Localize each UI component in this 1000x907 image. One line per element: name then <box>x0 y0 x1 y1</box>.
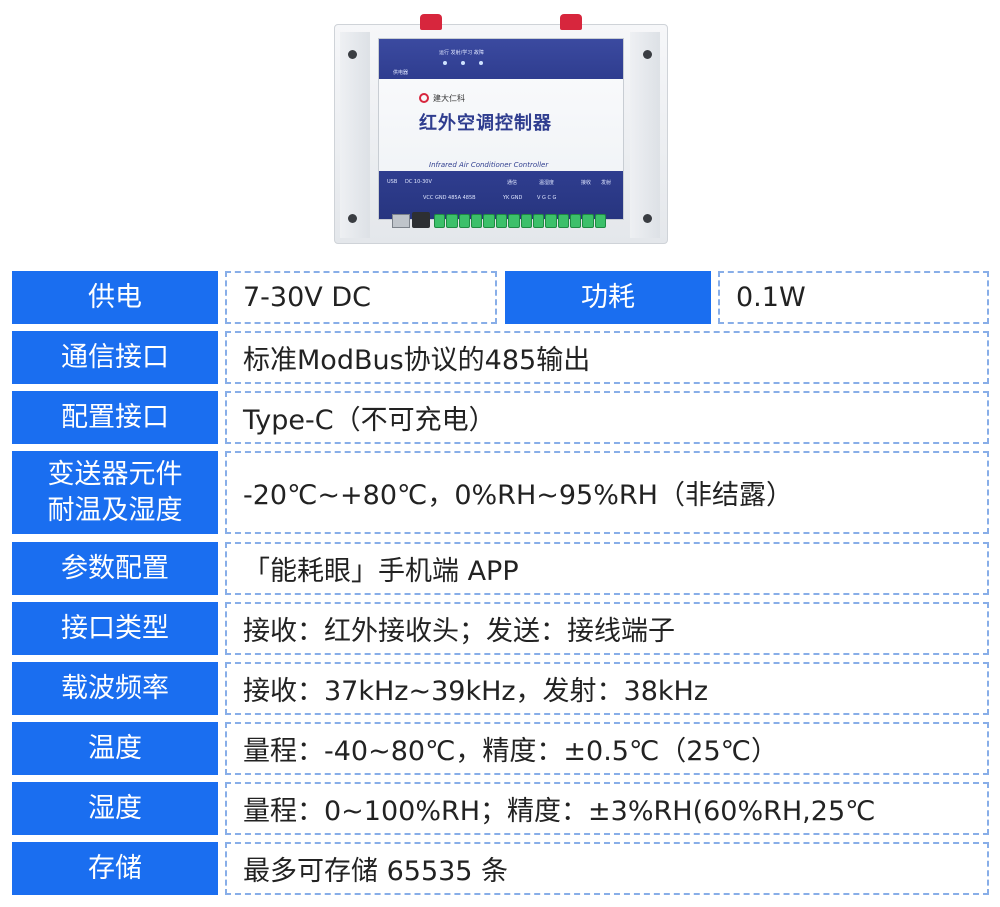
power-label: 供电器 <box>393 70 409 76</box>
label-element-temp-humidity: 变送器元件 耐温及湿度 <box>12 451 218 534</box>
label-line-2: 耐温及湿度 <box>47 494 183 526</box>
value-element-temp-humidity: -20℃~+80℃，0%RH~95%RH（非结露） <box>225 451 989 534</box>
value-interface-type: 接收：红外接收头；发送：接线端子 <box>225 602 989 655</box>
run-led <box>443 61 447 65</box>
value-param-config: 「能耗眼」手机端 APP <box>225 542 989 595</box>
brand-logo-icon <box>419 93 429 103</box>
value-carrier-frequency: 接收：37kHz~39kHz，发射：38kHz <box>225 662 989 715</box>
label-interface-type: 接口类型 <box>12 602 218 655</box>
value-comm-interface: 标准ModBus协议的485输出 <box>225 331 989 384</box>
panel-top-strip: 供电器 运行 发射/学习 故障 <box>379 39 623 79</box>
label-comm-interface: 通信接口 <box>12 331 218 384</box>
label-humidity: 湿度 <box>12 782 218 835</box>
value-power-supply: 7-30V DC <box>225 271 497 324</box>
indicator-labels: 运行 发射/学习 故障 <box>439 50 484 56</box>
screw-hole <box>643 50 652 59</box>
label-param-config: 参数配置 <box>12 542 218 595</box>
product-image: 供电器 运行 发射/学习 故障 建大仁科 红外空调控制器 Infrared Ai… <box>334 14 668 244</box>
value-power-consumption: 0.1W <box>718 271 989 324</box>
label-storage: 存储 <box>12 842 218 895</box>
label-line-1: 变送器元件 <box>47 458 183 490</box>
device-title: 红外空调控制器 <box>419 113 552 134</box>
power-comm-pins-label: VCC GND 485A 485B <box>423 195 476 201</box>
label-temperature: 温度 <box>12 722 218 775</box>
mounting-ear-right <box>630 32 660 238</box>
terminal-block <box>434 214 607 228</box>
screw-hole <box>348 50 357 59</box>
screw-hole <box>348 214 357 223</box>
transmit-label: 发射 <box>601 180 612 186</box>
comm-label: 通信 <box>507 180 518 186</box>
device-subtitle: Infrared Air Conditioner Controller <box>429 161 549 169</box>
dc-label: DC 10-30V <box>405 179 432 185</box>
label-carrier-frequency: 载波频率 <box>12 662 218 715</box>
device-brand: 建大仁科 <box>433 94 465 103</box>
value-storage: 最多可存储 65535 条 <box>225 842 989 895</box>
vgcg-label: V G C G <box>537 195 557 201</box>
value-config-interface: Type-C（不可充电） <box>225 391 989 444</box>
red-terminal <box>560 14 582 30</box>
label-power-supply: 供电 <box>12 271 218 324</box>
value-temperature: 量程：-40~80℃，精度：±0.5℃（25℃） <box>225 722 989 775</box>
receive-label: 接收 <box>581 180 592 186</box>
fault-led <box>479 61 483 65</box>
value-humidity: 量程：0~100%RH；精度：±3%RH(60%RH,25℃ <box>225 782 989 835</box>
label-power-consumption: 功耗 <box>505 271 711 324</box>
send-led <box>461 61 465 65</box>
yk-gnd-label: YK GND <box>503 195 523 201</box>
dc-jack <box>412 212 430 228</box>
usb-port <box>392 214 410 228</box>
screw-hole <box>643 214 652 223</box>
usb-label: USB <box>387 179 398 185</box>
label-config-interface: 配置接口 <box>12 391 218 444</box>
front-panel: 供电器 运行 发射/学习 故障 建大仁科 红外空调控制器 Infrared Ai… <box>378 38 624 220</box>
mounting-ear-left <box>340 32 370 238</box>
temp-humidity-label: 温湿度 <box>539 180 555 186</box>
red-terminal <box>420 14 442 30</box>
